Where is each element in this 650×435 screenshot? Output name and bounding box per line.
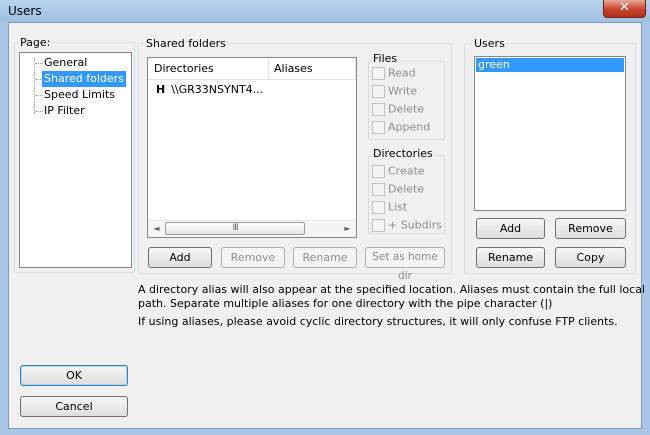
cancel-button[interactable]: Cancel: [20, 396, 128, 417]
set-home-dir-button[interactable]: Set as home dir: [365, 247, 445, 282]
delete-dir-checkbox[interactable]: Delete: [372, 182, 424, 196]
delete-file-checkbox[interactable]: Delete: [372, 102, 424, 116]
close-button[interactable]: ✕: [603, 0, 646, 18]
copy-user-button[interactable]: Copy: [555, 247, 626, 268]
tree-item-general[interactable]: General: [42, 55, 89, 71]
aliases-column-label[interactable]: Aliases: [274, 62, 313, 75]
subdirs-checkbox[interactable]: + Subdirs: [372, 218, 442, 232]
tree-item-speed-limits[interactable]: Speed Limits: [42, 87, 117, 103]
scroll-thumb[interactable]: III: [165, 222, 305, 235]
directories-group-label: Directories: [371, 147, 435, 160]
directories-column-header[interactable]: Directories: [148, 58, 356, 80]
rename-directory-button[interactable]: Rename: [293, 247, 357, 268]
remove-user-button[interactable]: Remove: [555, 218, 626, 239]
window-title: Users: [8, 4, 42, 18]
create-checkbox[interactable]: Create: [372, 164, 425, 178]
users-list[interactable]: [474, 56, 626, 211]
list-checkbox[interactable]: List: [372, 200, 407, 214]
write-checkbox[interactable]: Write: [372, 84, 417, 98]
add-user-button[interactable]: Add: [476, 218, 545, 239]
tree-item-shared-folders[interactable]: Shared folders: [42, 71, 126, 87]
alias-info-line-1: A directory alias will also appear at th…: [138, 283, 645, 296]
close-icon: ✕: [619, 0, 630, 15]
table-row[interactable]: H \\GR33NSYNT4...: [156, 83, 263, 96]
tree-item-ip-filter[interactable]: IP Filter: [42, 103, 87, 119]
read-checkbox[interactable]: Read: [372, 66, 416, 80]
user-item-green[interactable]: green: [476, 58, 624, 72]
alias-info-line-2: path. Separate multiple aliases for one …: [138, 297, 553, 310]
files-group-label: Files: [371, 52, 400, 65]
scroll-left-icon[interactable]: ◄: [148, 221, 165, 237]
append-checkbox[interactable]: Append: [372, 120, 430, 134]
ok-button[interactable]: OK: [20, 365, 128, 386]
alias-info-line-3: If using aliases, please avoid cyclic di…: [138, 315, 618, 328]
directories-column-label: Directories: [154, 62, 214, 75]
users-group-label: Users: [472, 37, 507, 50]
directory-path: \\GR33NSYNT4...: [171, 83, 264, 96]
remove-directory-button[interactable]: Remove: [221, 247, 285, 268]
home-flag: H: [156, 83, 166, 96]
rename-user-button[interactable]: Rename: [476, 247, 545, 268]
scroll-right-icon[interactable]: ►: [339, 221, 356, 237]
page-group-label: Page:: [18, 36, 53, 49]
title-bar: [0, 0, 650, 22]
add-directory-button[interactable]: Add: [148, 247, 212, 268]
shared-folders-label: Shared folders: [144, 37, 228, 50]
